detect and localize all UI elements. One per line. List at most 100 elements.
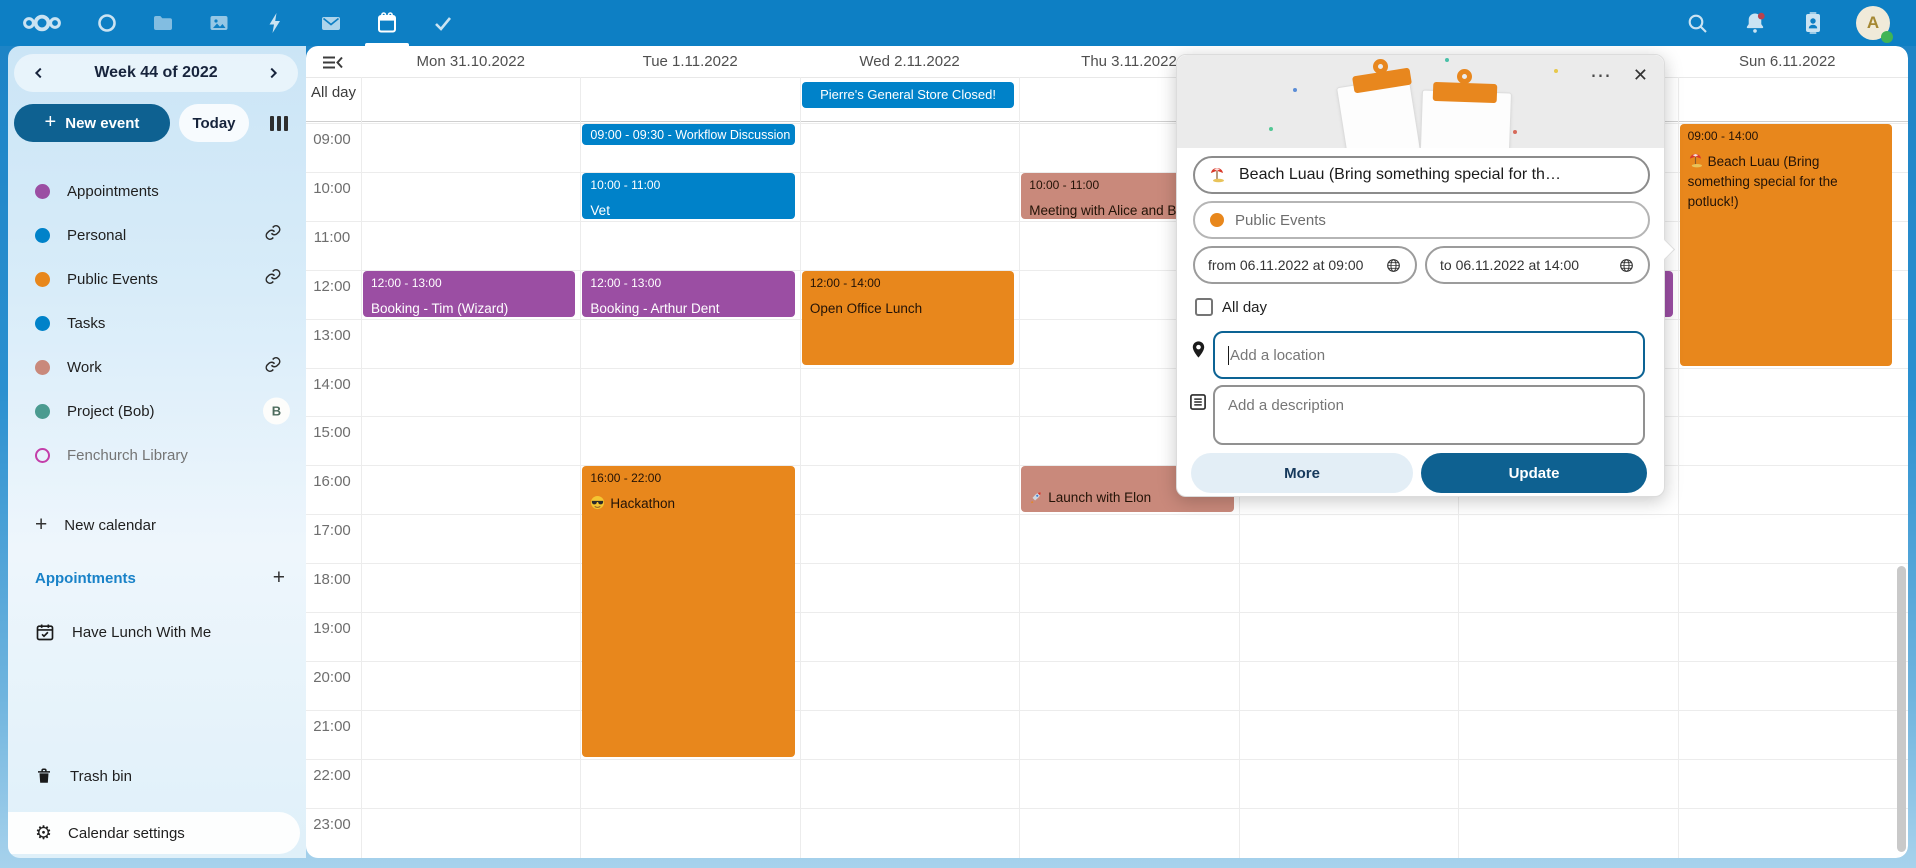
avatar[interactable]: A <box>1856 6 1890 40</box>
column-gridline <box>800 77 801 858</box>
close-icon[interactable]: ✕ <box>1633 65 1648 86</box>
calendar-event[interactable]: 12:00 - 14:00Open Office Lunch <box>802 271 1014 366</box>
hour-label: 23:00 <box>306 816 358 833</box>
new-event-button[interactable]: + New event <box>14 104 170 142</box>
update-button[interactable]: Update <box>1421 453 1647 493</box>
sidebar-calendar-project-bob-[interactable]: Project (Bob)B <box>8 391 306 431</box>
calendar-event[interactable]: 12:00 - 13:00Booking - Tim (Wizard) <box>363 271 575 317</box>
hour-label: 20:00 <box>306 669 358 686</box>
calendar-color-dot <box>35 184 50 199</box>
collapse-allday-icon[interactable] <box>322 55 344 75</box>
end-datetime-value: to 06.11.2022 at 14:00 <box>1440 257 1579 273</box>
week-title: Week 44 of 2022 <box>94 64 217 82</box>
today-button[interactable]: Today <box>179 104 249 142</box>
calendar-event[interactable]: 16:00 - 22:00Hackathon <box>582 466 794 756</box>
sidebar-calendar-fenchurch-library[interactable]: Fenchurch Library <box>8 435 306 475</box>
mail-icon[interactable] <box>316 8 346 38</box>
column-gridline <box>1019 77 1020 858</box>
shared-by-badge: B <box>263 398 290 425</box>
timezone-globe-icon[interactable] <box>1618 257 1635 274</box>
sidebar-calendar-public-events[interactable]: Public Events <box>8 259 306 299</box>
calendar-event[interactable]: 10:00 - 11:00Vet <box>582 173 794 219</box>
hour-label: 17:00 <box>306 522 358 539</box>
timezone-globe-icon[interactable] <box>1385 257 1402 274</box>
calendar-event[interactable]: 09:00 - 14:00Beach Luau (Bring something… <box>1680 124 1892 366</box>
calendar-event[interactable]: 12:00 - 13:00Booking - Arthur Dent <box>582 271 794 317</box>
calendar-color-dot <box>35 448 50 463</box>
rocket-emoji <box>1029 490 1043 504</box>
view-mode-icon[interactable] <box>270 116 288 131</box>
sidebar-calendar-appointments[interactable]: Appointments <box>8 171 306 211</box>
calendar-label: Tasks <box>67 315 105 332</box>
contacts-icon[interactable] <box>1798 8 1828 38</box>
hour-label: 12:00 <box>306 278 358 295</box>
hour-gridline <box>306 416 1908 417</box>
activity-icon[interactable] <box>260 8 290 38</box>
popup-actions-menu-icon[interactable]: ⋯ <box>1590 63 1612 88</box>
event-editor-popup: ⋯ ✕ Beach Luau (Bring something special … <box>1176 54 1665 497</box>
vertical-scrollbar[interactable] <box>1897 566 1906 852</box>
sidebar-calendar-work[interactable]: Work <box>8 347 306 387</box>
sidebar: Week 44 of 2022 + New event Today Appoin… <box>8 46 306 858</box>
nextcloud-logo[interactable] <box>18 8 66 38</box>
location-input[interactable]: Add a location <box>1213 331 1645 379</box>
appointment-config-item[interactable]: Have Lunch With Me <box>8 612 306 652</box>
share-link-icon[interactable] <box>264 224 282 247</box>
top-bar-right: A <box>1682 6 1916 40</box>
event-title-value: Beach Luau (Bring something special for … <box>1239 166 1561 184</box>
calendar-actions: + New event Today <box>14 104 298 142</box>
hour-label: 14:00 <box>306 376 358 393</box>
calendar-app-icon[interactable] <box>372 8 402 38</box>
photos-icon[interactable] <box>204 8 234 38</box>
allday-divider <box>306 121 1908 122</box>
trash-bin-button[interactable]: Trash bin <box>8 756 306 796</box>
calendar-color-dot <box>1210 213 1224 227</box>
event-title-input[interactable]: Beach Luau (Bring something special for … <box>1193 156 1650 194</box>
sidebar-calendar-personal[interactable]: Personal <box>8 215 306 255</box>
calendar-picker-value: Public Events <box>1235 212 1326 229</box>
files-icon[interactable] <box>148 8 178 38</box>
hour-gridline <box>306 514 1908 515</box>
hour-gridline <box>306 221 1908 222</box>
event-title: Beach Luau (Bring something special for … <box>1688 152 1884 212</box>
more-button[interactable]: More <box>1191 453 1413 493</box>
event-time: 12:00 - 13:00 <box>590 276 786 290</box>
allday-checkbox[interactable] <box>1195 298 1213 316</box>
share-link-icon[interactable] <box>264 268 282 291</box>
beach-emoji <box>1688 153 1703 168</box>
calendar-week-view: Mon 31.10.2022Tue 1.11.2022Wed 2.11.2022… <box>306 46 1908 858</box>
notifications-bell-icon[interactable] <box>1740 8 1770 38</box>
search-icon[interactable] <box>1682 8 1712 38</box>
description-placeholder: Add a description <box>1228 397 1344 414</box>
add-appointment-config-button[interactable]: + <box>273 566 285 590</box>
column-gridline <box>361 77 362 858</box>
hour-label: 13:00 <box>306 327 358 344</box>
new-event-label: New event <box>65 115 139 132</box>
calendar-color-dot <box>35 404 50 419</box>
calendar-picker[interactable]: Public Events <box>1193 201 1650 239</box>
new-calendar-button[interactable]: + New calendar <box>8 505 306 545</box>
next-week-button[interactable] <box>258 58 288 88</box>
hour-label: 18:00 <box>306 571 358 588</box>
tasks-icon[interactable] <box>428 8 458 38</box>
calendar-color-dot <box>35 272 50 287</box>
allday-event[interactable]: Pierre's General Store Closed! <box>802 82 1014 108</box>
start-datetime-input[interactable]: from 06.11.2022 at 09:00 <box>1193 246 1417 284</box>
share-link-icon[interactable] <box>264 356 282 379</box>
share-link-icon <box>264 268 282 286</box>
hour-label: 22:00 <box>306 767 358 784</box>
previous-week-button[interactable] <box>24 58 54 88</box>
calendar-event[interactable]: 09:00 - 09:30 - Workflow Discussion <box>582 124 794 145</box>
allday-label: All day <box>306 84 361 101</box>
appointment-config-label: Have Lunch With Me <box>72 624 211 641</box>
description-input[interactable]: Add a description <box>1213 385 1645 445</box>
hour-label: 09:00 <box>306 131 358 148</box>
gear-icon: ⚙ <box>35 824 52 843</box>
event-time: 16:00 - 22:00 <box>590 471 786 485</box>
end-datetime-input[interactable]: to 06.11.2022 at 14:00 <box>1425 246 1650 284</box>
calendar-settings-button[interactable]: ⚙ Calendar settings <box>8 812 300 854</box>
sidebar-calendar-tasks[interactable]: Tasks <box>8 303 306 343</box>
dashboard-icon[interactable] <box>92 8 122 38</box>
calendar-label: Public Events <box>67 271 158 288</box>
day-header-6: Sun 6.11.2022 <box>1678 46 1897 77</box>
